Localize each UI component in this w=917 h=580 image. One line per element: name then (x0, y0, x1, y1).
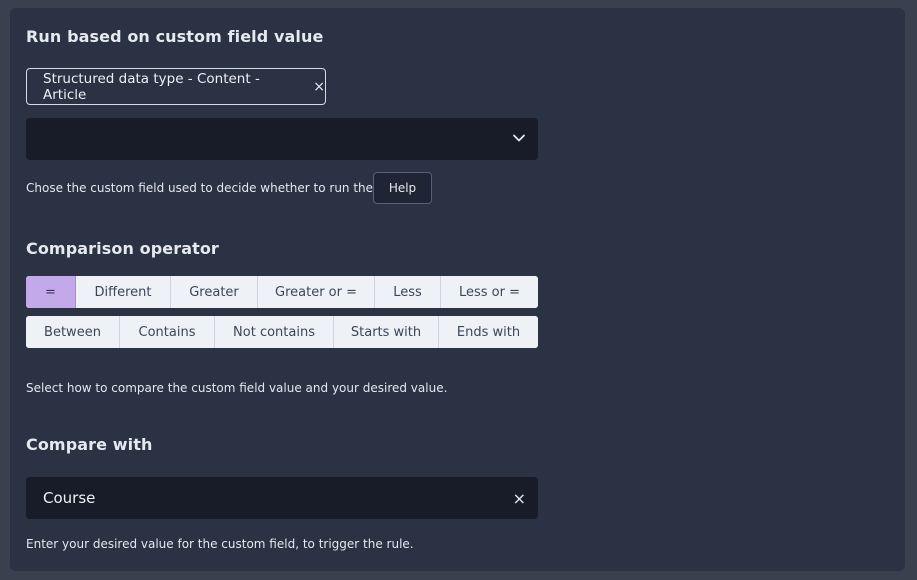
clear-value-icon[interactable]: × (513, 489, 526, 508)
comparison-operator-heading: Comparison operator (26, 239, 219, 258)
compare-with-heading: Compare with (26, 435, 153, 454)
operator-between-button[interactable]: Between (26, 316, 120, 348)
operator-greater-button[interactable]: Greater (171, 276, 258, 308)
compare-value-text: Course (43, 489, 96, 507)
compare-with-help-text: Enter your desired value for the custom … (26, 537, 414, 551)
operator-row-1: = Different Greater Greater or = Less Le… (26, 276, 538, 308)
custom-field-select[interactable] (26, 118, 538, 160)
operator-starts-with-button[interactable]: Starts with (334, 316, 439, 348)
rule-settings-panel: Run based on custom field value Structur… (10, 8, 905, 571)
chip-label: Structured data type - Content - Article (43, 70, 260, 103)
chevron-down-icon[interactable] (512, 131, 526, 145)
operator-help-text: Select how to compare the custom field v… (26, 381, 448, 395)
selected-field-chip[interactable]: Structured data type - Content - Article… (26, 68, 326, 105)
help-button[interactable]: Help (373, 172, 432, 204)
operator-row-2: Between Contains Not contains Starts wit… (26, 316, 538, 348)
custom-field-heading: Run based on custom field value (26, 27, 324, 46)
operator-ends-with-button[interactable]: Ends with (439, 316, 538, 348)
custom-field-help-text: Chose the custom field used to decide wh… (26, 181, 404, 195)
chip-close-icon[interactable]: × (313, 79, 325, 95)
operator-greater-or-equal-button[interactable]: Greater or = (258, 276, 375, 308)
operator-not-contains-button[interactable]: Not contains (215, 316, 334, 348)
operator-different-button[interactable]: Different (76, 276, 171, 308)
operator-less-button[interactable]: Less (375, 276, 441, 308)
operator-contains-button[interactable]: Contains (120, 316, 215, 348)
compare-value-input[interactable]: Course × (26, 477, 538, 519)
operator-equals-button[interactable]: = (26, 276, 76, 308)
operator-less-or-equal-button[interactable]: Less or = (441, 276, 538, 308)
